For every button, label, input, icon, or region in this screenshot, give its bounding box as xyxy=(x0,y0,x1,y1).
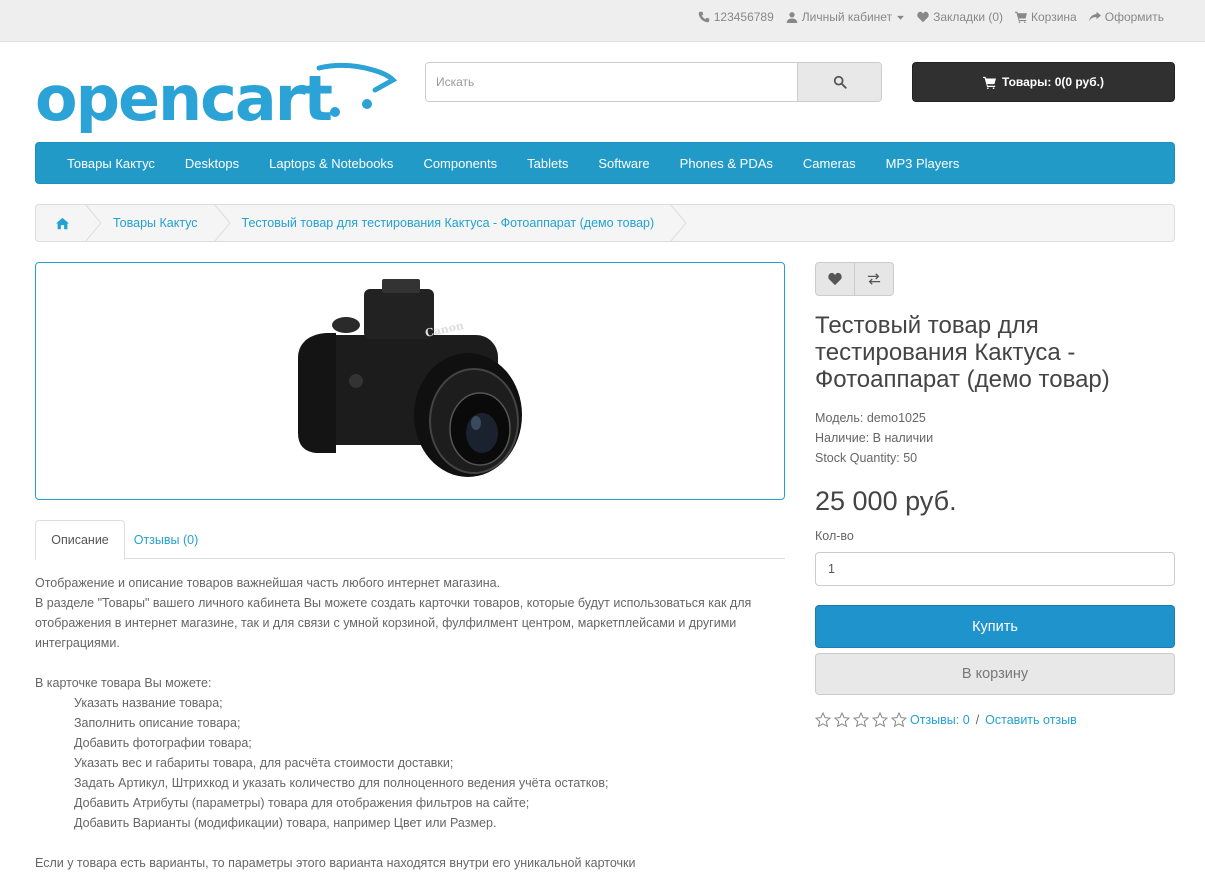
checkout-link[interactable]: Оформить xyxy=(1088,10,1164,24)
menu-item-tablets[interactable]: Tablets xyxy=(512,156,583,171)
product-image-thumbnail[interactable]: Canon xyxy=(35,262,785,500)
product-meta: Модель: demo1025 Наличие: В наличии Stoc… xyxy=(815,408,933,468)
breadcrumb-item-product[interactable]: Тестовый товар для тестирования Кактуса … xyxy=(232,205,669,241)
product-model: Модель: demo1025 xyxy=(815,411,926,425)
search-input[interactable] xyxy=(426,63,797,101)
account-dropdown[interactable]: Личный кабинет xyxy=(786,10,905,24)
list-item: Добавить фотографии товара; xyxy=(74,736,252,750)
product-title: Тестовый товар для тестирования Кактуса … xyxy=(815,312,1110,393)
product-description: Отображение и описание товаров важнейшая… xyxy=(35,573,785,873)
product-price: 25 000 руб. xyxy=(815,486,957,516)
list-item: Задать Артикул, Штрихкод и указать колич… xyxy=(74,776,609,790)
menu-item-desktops[interactable]: Desktops xyxy=(170,156,254,171)
list-item: Указать название товара; xyxy=(74,696,223,710)
reviews-link[interactable]: Отзывы: 0 xyxy=(910,713,970,727)
product-availability: Наличие: В наличии xyxy=(815,431,934,445)
phone-icon xyxy=(698,11,709,23)
cart-summary-button[interactable]: Товары: 0(0 руб.) xyxy=(912,62,1175,102)
cart-icon xyxy=(983,76,996,89)
camera-image: Canon xyxy=(298,279,522,477)
main-menu: Товары Кактус Desktops Laptops & Noteboo… xyxy=(35,142,1175,184)
product-stock: Stock Quantity: 50 xyxy=(815,451,918,465)
breadcrumb-separator xyxy=(670,205,687,241)
menu-item-cameras[interactable]: Cameras xyxy=(788,156,871,171)
add-to-wishlist-button[interactable] xyxy=(816,263,854,295)
home-icon xyxy=(56,217,69,229)
heart-icon xyxy=(917,11,929,23)
buy-button[interactable]: Купить xyxy=(815,605,1175,648)
tab-reviews[interactable]: Отзывы (0) xyxy=(125,520,207,559)
phone-link[interactable]: 123456789 xyxy=(698,10,774,24)
menu-item-mp3[interactable]: MP3 Players xyxy=(871,156,975,171)
list-item: Добавить Атрибуты (параметры) товара для… xyxy=(74,796,530,810)
menu-item-cactus[interactable]: Товары Кактус xyxy=(52,156,170,171)
add-to-cart-button[interactable]: В корзину xyxy=(815,653,1175,695)
rating-row: Отзывы: 0 / Оставить отзыв xyxy=(815,712,1077,728)
top-bar: 123456789 Личный кабинет Закладки (0) Ко… xyxy=(0,0,1205,42)
svg-text:opencart: opencart xyxy=(35,62,332,135)
compare-button[interactable] xyxy=(854,263,893,295)
exchange-icon xyxy=(867,273,881,285)
star-empty-icon xyxy=(834,712,850,728)
heart-icon xyxy=(828,272,842,286)
write-review-link[interactable]: Оставить отзыв xyxy=(985,713,1077,727)
product-actions xyxy=(815,262,894,296)
star-empty-icon xyxy=(891,712,907,728)
star-empty-icon xyxy=(872,712,888,728)
search-button[interactable] xyxy=(797,63,881,101)
star-empty-icon xyxy=(853,712,869,728)
tab-description[interactable]: Описание xyxy=(35,520,125,560)
list-item: Заполнить описание товара; xyxy=(74,716,241,730)
breadcrumb-separator xyxy=(85,205,102,241)
product-tabs: Описание Отзывы (0) xyxy=(35,520,785,560)
quantity-label: Кол-во xyxy=(815,529,854,543)
quantity-input[interactable] xyxy=(815,552,1175,586)
cart-icon xyxy=(1015,11,1028,23)
breadcrumb-item-category[interactable]: Товары Кактус xyxy=(103,205,212,241)
star-empty-icon xyxy=(815,712,831,728)
breadcrumb-separator xyxy=(213,205,231,241)
separator-slash: / xyxy=(975,713,980,727)
cart-link[interactable]: Корзина xyxy=(1015,10,1077,24)
list-item: Указать вес и габариты товара, для расчё… xyxy=(74,756,454,770)
search-icon xyxy=(833,75,847,89)
caret-down-icon xyxy=(897,15,904,20)
menu-item-phones[interactable]: Phones & PDAs xyxy=(665,156,788,171)
search-bar xyxy=(425,62,882,102)
opencart-logo[interactable]: opencart xyxy=(35,60,398,135)
share-icon xyxy=(1088,11,1101,22)
menu-item-components[interactable]: Components xyxy=(408,156,512,171)
menu-item-laptops[interactable]: Laptops & Notebooks xyxy=(254,156,408,171)
list-item: Добавить Варианты (модификации) товара, … xyxy=(74,816,497,830)
menu-item-software[interactable]: Software xyxy=(583,156,664,171)
breadcrumb-home[interactable] xyxy=(36,205,83,241)
breadcrumb: Товары Кактус Тестовый товар для тестиро… xyxy=(35,204,1175,242)
wishlist-link[interactable]: Закладки (0) xyxy=(917,10,1003,24)
user-icon xyxy=(786,12,798,23)
